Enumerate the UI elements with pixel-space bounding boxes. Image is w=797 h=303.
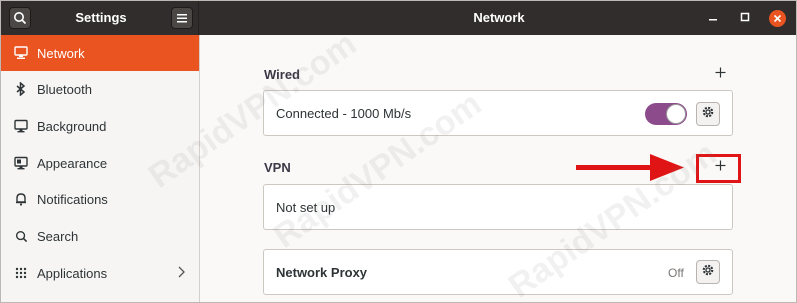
plus-icon — [715, 65, 726, 83]
wired-toggle-switch[interactable] — [645, 103, 687, 125]
search-button[interactable] — [9, 7, 31, 29]
sidebar-item-background[interactable]: Background — [1, 108, 199, 144]
sidebar: Network Bluetooth Background Appearance … — [1, 35, 200, 302]
sidebar-item-label: Search — [37, 228, 79, 244]
network-proxy-label: Network Proxy — [276, 265, 368, 280]
network-icon — [11, 43, 31, 63]
sidebar-item-label: Applications — [37, 265, 108, 281]
add-wired-button[interactable] — [709, 63, 731, 85]
wired-connection-card: Connected - 1000 Mb/s — [263, 90, 733, 136]
settings-window: Settings Network Network Bluetooth Backg… — [0, 0, 797, 303]
vpn-add-highlight-box — [696, 154, 741, 183]
sidebar-item-label: Notifications — [37, 191, 108, 207]
network-proxy-settings-button[interactable] — [696, 260, 720, 284]
bell-icon — [11, 189, 31, 209]
search-icon — [11, 226, 31, 246]
minimize-button[interactable] — [705, 10, 721, 26]
chevron-right-icon — [177, 266, 185, 281]
sidebar-item-appearance[interactable]: Appearance — [1, 145, 199, 181]
toggle-knob — [666, 104, 686, 124]
sidebar-title: Settings — [75, 10, 127, 25]
wired-status-text: Connected - 1000 Mb/s — [276, 106, 412, 121]
search-icon — [13, 11, 27, 25]
network-proxy-card[interactable]: Network Proxy Off — [263, 249, 733, 295]
maximize-button[interactable] — [737, 10, 753, 26]
gear-icon — [701, 263, 715, 282]
sidebar-item-label: Network — [37, 45, 85, 61]
sidebar-item-notifications[interactable]: Notifications — [1, 181, 199, 217]
bluetooth-icon — [11, 79, 31, 99]
red-arrow-annotation — [576, 151, 686, 190]
monitor-icon — [11, 116, 31, 136]
minimize-icon — [708, 9, 718, 27]
maximize-icon — [740, 9, 750, 27]
appearance-icon — [11, 153, 31, 173]
wired-section-label: Wired — [264, 67, 300, 82]
wired-settings-button[interactable] — [696, 102, 720, 126]
network-proxy-status: Off — [668, 266, 684, 280]
sidebar-header: Settings — [1, 1, 199, 35]
close-icon — [773, 10, 782, 28]
sidebar-item-label: Bluetooth — [37, 81, 92, 97]
sidebar-item-bluetooth[interactable]: Bluetooth — [1, 71, 199, 107]
sidebar-item-label: Appearance — [37, 155, 108, 171]
sidebar-item-search[interactable]: Search — [1, 218, 199, 254]
header-bar: Settings Network — [1, 1, 796, 35]
hamburger-menu-icon — [176, 12, 188, 24]
vpn-card: Not set up — [263, 184, 733, 230]
vpn-section-label: VPN — [264, 160, 291, 175]
vpn-status-text: Not set up — [276, 200, 336, 215]
sidebar-item-label: Background — [37, 118, 107, 134]
sidebar-item-applications[interactable]: Applications — [1, 255, 199, 291]
sidebar-item-network[interactable]: Network — [1, 35, 199, 71]
grid-icon — [11, 263, 31, 283]
close-button[interactable] — [769, 10, 786, 27]
menu-button[interactable] — [171, 7, 193, 29]
gear-icon — [701, 105, 715, 124]
